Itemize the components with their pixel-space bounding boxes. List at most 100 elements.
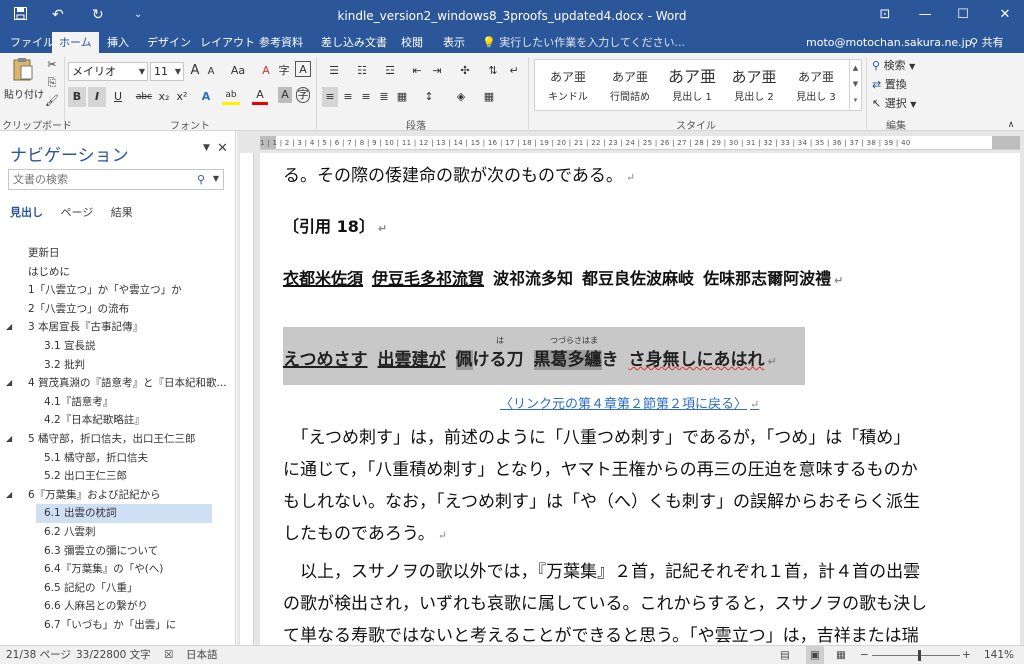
chevron-down-icon[interactable]: ▼ — [175, 63, 181, 80]
nav-heading-item[interactable]: 2「八雲立つ」の流布 — [0, 300, 235, 319]
return-link[interactable]: 〈リンク元の第４章第２節第２項に戻る〉 ↵ — [500, 393, 759, 412]
italic-button[interactable]: I — [88, 87, 106, 107]
collapse-triangle-icon[interactable]: ◢ — [6, 430, 12, 449]
zoom-level[interactable]: 141% — [984, 646, 1014, 664]
sort-icon[interactable]: ⇅ — [484, 61, 502, 81]
nav-tab-results[interactable]: 結果 — [111, 204, 133, 220]
nav-heading-item[interactable]: 5.1 橘守部，折口信夫 — [0, 449, 235, 468]
phonetic-guide-icon[interactable]: 字 — [276, 61, 292, 81]
nav-search-input[interactable] — [9, 170, 189, 189]
paste-label[interactable]: 貼り付け — [4, 86, 44, 106]
nav-search-box[interactable]: ⚲ ▼ — [8, 169, 224, 190]
scroll-down-icon[interactable]: ▼ — [850, 76, 861, 92]
character-border-icon[interactable]: A — [295, 61, 311, 77]
more-icon[interactable]: ▾ — [850, 92, 861, 108]
vertical-ruler[interactable]: 24681012141618202224262830 — [240, 153, 254, 645]
tell-me-box[interactable]: 💡 実行したい作業を入力してください... — [482, 32, 685, 53]
horizontal-ruler[interactable]: 1 | 1 | 2 | 3 | 4 | 5 | 6 | 7 | 8 | 9 | … — [260, 136, 1020, 150]
nav-tab-pages[interactable]: ページ — [61, 204, 94, 220]
collapse-triangle-icon[interactable]: ◢ — [6, 318, 12, 337]
maximize-icon[interactable]: ☐ — [948, 4, 978, 26]
nav-heading-item[interactable]: 4.2『日本紀歌略註』 — [0, 411, 235, 430]
style-heading-3[interactable]: あア亜 見出し 3 — [785, 60, 847, 110]
multilevel-list-icon[interactable]: ☲ — [378, 61, 402, 81]
ribbon-display-options-icon[interactable]: ⊡ — [870, 4, 900, 26]
nav-heading-item[interactable]: ◢ 6『万葉集』および記紀から — [0, 486, 235, 505]
collapse-triangle-icon[interactable]: ◢ — [6, 486, 12, 505]
align-right-icon[interactable]: ≡ — [358, 87, 374, 107]
zoom-slider-thumb[interactable] — [917, 650, 921, 661]
bullets-icon[interactable]: ☰ — [322, 61, 346, 81]
web-layout-icon[interactable]: ▦ — [836, 646, 846, 664]
show-marks-icon[interactable]: ↵ — [506, 61, 522, 81]
select-button[interactable]: ↖ 選択 ▼ — [872, 94, 932, 114]
shrink-font-icon[interactable]: A — [204, 62, 218, 82]
line-spacing-icon[interactable]: ↕ — [418, 87, 440, 107]
highlight-icon[interactable]: ab — [222, 87, 240, 105]
change-case-icon[interactable]: Aa — [226, 61, 250, 81]
tab-home[interactable]: ホーム — [52, 32, 99, 53]
tab-insert[interactable]: 挿入 — [100, 32, 136, 53]
read-mode-icon[interactable]: ▤ — [780, 646, 790, 664]
tab-review[interactable]: 校閲 — [394, 32, 430, 53]
find-button[interactable]: ⚲ 検索 ▼ — [872, 56, 932, 76]
nav-heading-item[interactable]: ◢ 3 本居宣長『古事記傳』 — [0, 318, 235, 337]
chevron-down-icon[interactable]: ▼ — [213, 174, 219, 183]
nav-heading-item[interactable]: 6.4『万葉集』の「や(へ) — [0, 560, 235, 579]
zoom-out-icon[interactable]: − — [860, 646, 869, 664]
style-heading-1[interactable]: あア亜 見出し 1 — [661, 60, 723, 110]
increase-indent-icon[interactable]: ⇥ — [428, 61, 446, 81]
nav-heading-item[interactable]: 6.1 出雲の枕詞 — [36, 504, 212, 523]
proofing-icon[interactable]: ☒ — [164, 646, 173, 664]
style-heading-2[interactable]: あア亜 見出し 2 — [723, 60, 785, 110]
nav-heading-item[interactable]: 3.2 批判 — [0, 356, 235, 375]
font-color-icon[interactable]: A — [252, 87, 268, 105]
clear-formatting-icon[interactable]: A — [258, 61, 274, 81]
chevron-down-icon[interactable]: ▼ — [139, 63, 145, 80]
collapse-triangle-icon[interactable]: ◢ — [6, 374, 12, 393]
document-page[interactable]: る。その際の倭建命の歌が次のものである。 ↵ 〔引用 18〕 ↵ 衣都米佐須 伊豆毛多… — [260, 153, 1020, 645]
strikethrough-button[interactable]: abc — [134, 87, 154, 107]
share-button[interactable]: ⚲ 共有 — [970, 32, 1004, 53]
nav-heading-item[interactable]: 6.2 八雲刺 — [0, 523, 235, 542]
account-name[interactable]: moto@motochan.sakura.ne.jp — [806, 32, 972, 53]
nav-heading-item[interactable]: 4.1『語意考』 — [0, 393, 235, 412]
word-count[interactable]: 33/22800 文字 — [76, 646, 151, 664]
borders-icon[interactable]: ▦ — [478, 87, 500, 107]
minimize-icon[interactable]: — — [910, 4, 940, 26]
subscript-button[interactable]: x₂ — [156, 87, 172, 107]
font-name-combo[interactable]: メイリオ ▼ — [68, 62, 148, 81]
language-indicator[interactable]: 日本語 — [186, 646, 218, 664]
font-size-combo[interactable]: 11 ▼ — [150, 62, 184, 81]
tab-mailings[interactable]: 差し込み文書 — [314, 32, 394, 53]
grow-font-icon[interactable]: A — [188, 61, 202, 81]
nav-heading-item[interactable]: 3.1 宣長説 — [0, 337, 235, 356]
nav-heading-item[interactable]: 6.7「いづも」か「出雲」に — [0, 616, 235, 635]
nav-heading-item[interactable]: 6.5 記紀の「八重」 — [0, 579, 235, 598]
asian-layout-icon[interactable]: ✣ — [452, 61, 478, 81]
replace-button[interactable]: ⇄ 置換 — [872, 75, 932, 95]
link-text[interactable]: 〈リンク元の第４章第２節第２項に戻る〉 — [500, 397, 747, 412]
nav-heading-item[interactable]: 更新日 — [0, 244, 235, 263]
zoom-in-icon[interactable]: + — [962, 646, 971, 664]
nav-heading-item[interactable]: 6.3 彌雲立の彌について — [0, 542, 235, 561]
format-painter-icon[interactable]: 🖌 — [44, 91, 60, 111]
text-effects-icon[interactable]: A — [198, 87, 214, 107]
nav-close-icon[interactable]: ✕ — [217, 141, 228, 156]
gallery-scroll[interactable]: ▲ ▼ ▾ — [849, 60, 861, 110]
tab-design[interactable]: デザイン — [140, 32, 198, 53]
style-kindle[interactable]: あア亜 キンドル — [537, 60, 599, 110]
character-shading-icon[interactable]: A — [278, 87, 292, 103]
superscript-button[interactable]: x² — [174, 87, 190, 107]
close-icon[interactable]: ✕ — [990, 4, 1020, 26]
scroll-up-icon[interactable]: ▲ — [850, 60, 861, 76]
page-count[interactable]: 21/38 ページ — [6, 646, 71, 664]
nav-heading-item[interactable]: はじめに — [0, 263, 235, 282]
bold-button[interactable]: B — [68, 87, 86, 107]
style-no-spacing[interactable]: あア亜 行間詰め — [599, 60, 661, 110]
nav-heading-item[interactable]: ◢ 4 賀茂真淵の『語意考』と『日本紀和歌... — [0, 374, 235, 393]
distribute-icon[interactable]: ▦ — [394, 87, 410, 107]
nav-heading-item[interactable]: ◢ 5 橘守部，折口信夫，出口王仁三郎 — [0, 430, 235, 449]
nav-heading-item[interactable]: 1「八雲立つ」か「や雲立つ」か — [0, 281, 235, 300]
decrease-indent-icon[interactable]: ⇤ — [408, 61, 426, 81]
